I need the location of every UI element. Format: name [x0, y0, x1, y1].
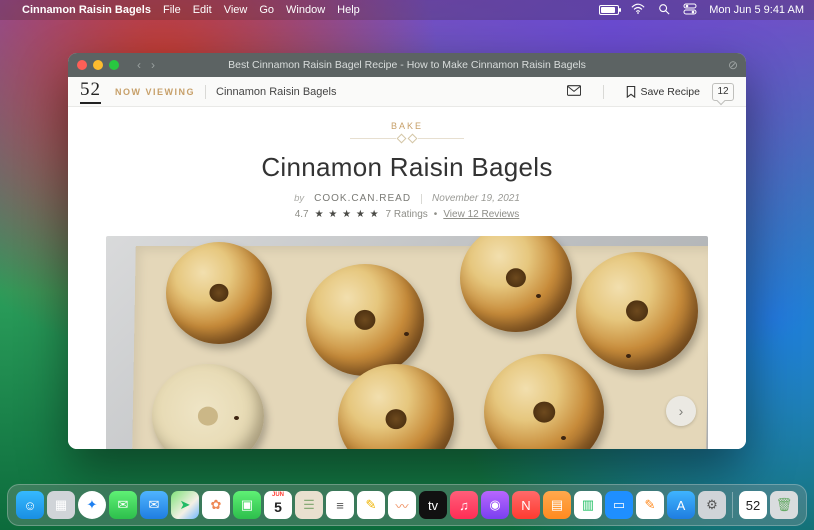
recipe-title: Cinnamon Raisin Bagels: [68, 152, 746, 183]
breadcrumb[interactable]: Cinnamon Raisin Bagels: [216, 86, 336, 98]
dock-trash[interactable]: 🗑: [770, 491, 798, 519]
window-titlebar[interactable]: ‹ › Best Cinnamon Raisin Bagel Recipe - …: [68, 53, 746, 77]
by-label: by: [294, 193, 304, 204]
menubar-item-go[interactable]: Go: [259, 4, 274, 16]
dock-calendar[interactable]: JUN5: [264, 491, 292, 519]
comment-count-badge[interactable]: 12: [712, 83, 734, 101]
view-reviews-link[interactable]: View 12 Reviews: [443, 209, 519, 220]
dock-freeform[interactable]: 〰: [388, 491, 416, 519]
battery-icon[interactable]: [599, 5, 619, 15]
dock-news[interactable]: N: [512, 491, 540, 519]
comment-count: 12: [717, 86, 728, 97]
bullet: •: [434, 209, 438, 220]
next-photo-button[interactable]: ›: [666, 396, 696, 426]
dock-messages[interactable]: ✉: [109, 491, 137, 519]
dock-contacts[interactable]: ☰: [295, 491, 323, 519]
menubar-item-file[interactable]: File: [163, 4, 181, 16]
spotlight-icon[interactable]: [657, 3, 671, 18]
dock-books[interactable]: ▤: [543, 491, 571, 519]
menubar-clock[interactable]: Mon Jun 5 9:41 AM: [709, 4, 804, 16]
dock-maps[interactable]: ➤: [171, 491, 199, 519]
dock-launchpad[interactable]: ▦: [47, 491, 75, 519]
window-zoom-button[interactable]: [109, 60, 119, 70]
menubar-app-name[interactable]: Cinnamon Raisin Bagels: [22, 4, 151, 16]
menubar-item-view[interactable]: View: [224, 4, 248, 16]
author-link[interactable]: COOK.CAN.READ: [314, 193, 411, 204]
dock: ☺▦✦✉✉➤✿▣JUN5☰≡✎〰tv♫◉N▤▥▭✎A⚙52🗑: [7, 484, 807, 526]
window-minimize-button[interactable]: [93, 60, 103, 70]
desktop: Cinnamon Raisin Bagels File Edit View Go…: [0, 0, 814, 530]
app-window: ‹ › Best Cinnamon Raisin Bagel Recipe - …: [68, 53, 746, 449]
menubar-item-edit[interactable]: Edit: [193, 4, 212, 16]
publish-date: November 19, 2021: [432, 193, 520, 204]
ratings-row: 4.7 ★ ★ ★ ★ ★ 7 Ratings • View 12 Review…: [68, 209, 746, 220]
dock-music[interactable]: ♫: [450, 491, 478, 519]
site-logo[interactable]: 52: [80, 79, 101, 104]
share-icon[interactable]: ⊘: [728, 58, 738, 72]
menubar: Cinnamon Raisin Bagels File Edit View Go…: [0, 0, 814, 20]
dock-appstore[interactable]: A: [667, 491, 695, 519]
dock-food52[interactable]: 52: [739, 491, 767, 519]
dock-keynote[interactable]: ▭: [605, 491, 633, 519]
dock-photos[interactable]: ✿: [202, 491, 230, 519]
nav-back-button[interactable]: ‹: [137, 59, 141, 71]
dock-reminders[interactable]: ≡: [326, 491, 354, 519]
window-title: Best Cinnamon Raisin Bagel Recipe - How …: [68, 59, 746, 71]
dock-separator: [732, 492, 733, 518]
divider: [421, 194, 422, 204]
window-close-button[interactable]: [77, 60, 87, 70]
dock-tv[interactable]: tv: [419, 491, 447, 519]
hero-photo: ›: [106, 236, 708, 449]
dock-facetime[interactable]: ▣: [233, 491, 261, 519]
dock-finder[interactable]: ☺: [16, 491, 44, 519]
mail-icon[interactable]: [567, 85, 581, 99]
ornament: [68, 135, 746, 142]
bookmark-icon: [626, 86, 636, 98]
save-recipe-label: Save Recipe: [640, 86, 700, 98]
byline: by COOK.CAN.READ November 19, 2021: [68, 193, 746, 204]
divider: [603, 85, 604, 99]
star-rating: ★ ★ ★ ★ ★: [315, 209, 380, 220]
dock-pages[interactable]: ✎: [636, 491, 664, 519]
save-recipe-button[interactable]: Save Recipe: [626, 86, 700, 98]
dock-podcasts[interactable]: ◉: [481, 491, 509, 519]
nav-forward-button[interactable]: ›: [151, 59, 155, 71]
ratings-count: 7 Ratings: [386, 209, 428, 220]
article-content: BAKE Cinnamon Raisin Bagels by COOK.CAN.…: [68, 107, 746, 449]
divider: [205, 85, 206, 99]
control-center-icon[interactable]: [683, 3, 697, 18]
wifi-icon[interactable]: [631, 3, 645, 18]
app-toolbar: 52 NOW VIEWING Cinnamon Raisin Bagels Sa…: [68, 77, 746, 107]
menubar-item-help[interactable]: Help: [337, 4, 360, 16]
dock-notes[interactable]: ✎: [357, 491, 385, 519]
section-label[interactable]: BAKE: [68, 121, 746, 131]
dock-safari[interactable]: ✦: [78, 491, 106, 519]
dock-mail[interactable]: ✉: [140, 491, 168, 519]
now-viewing-label: NOW VIEWING: [115, 87, 195, 97]
dock-settings[interactable]: ⚙: [698, 491, 726, 519]
dock-numbers[interactable]: ▥: [574, 491, 602, 519]
rating-value: 4.7: [295, 209, 309, 220]
menubar-item-window[interactable]: Window: [286, 4, 325, 16]
